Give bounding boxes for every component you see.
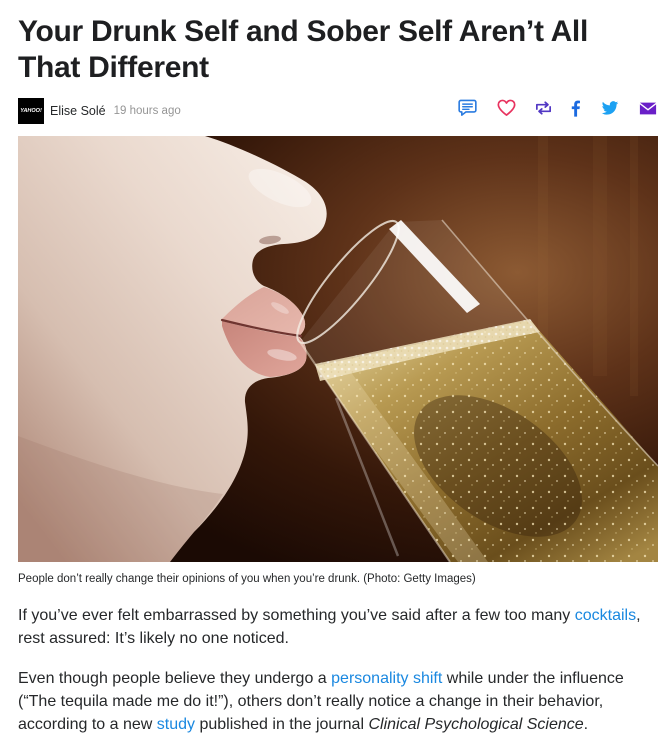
like-button[interactable] <box>496 98 516 118</box>
background-streak <box>593 136 607 376</box>
article-paragraph-2: Even though people believe they undergo … <box>18 667 654 736</box>
personality-shift-link[interactable]: personality shift <box>331 670 442 687</box>
comment-button[interactable] <box>457 98 477 118</box>
article-title: Your Drunk Self and Sober Self Aren’t Al… <box>18 15 589 84</box>
study-link[interactable]: study <box>157 716 195 733</box>
paragraph-text: . <box>583 716 589 733</box>
email-share-button[interactable] <box>638 98 658 118</box>
heart-icon <box>497 99 515 116</box>
publish-time: 19 hours ago <box>113 105 181 117</box>
journal-name: Clinical Psychological Science <box>368 716 584 733</box>
facebook-f-glyph <box>571 100 580 117</box>
mail-icon <box>639 102 657 114</box>
image-caption: People don’t really change their opinion… <box>18 573 476 585</box>
cocktails-link[interactable]: cocktails <box>575 607 636 624</box>
paragraph-text: published in the journal <box>195 716 369 733</box>
twitter-icon <box>601 101 619 115</box>
publisher-logo: YAHOO! <box>18 98 44 124</box>
retweet-arrow-bottom <box>537 106 551 115</box>
author-name: Elise Solé <box>50 104 106 118</box>
twitter-bird <box>601 101 619 115</box>
hero-image <box>18 136 658 562</box>
comment-icon <box>457 99 477 116</box>
article-paragraph-1: If you’ve ever felt embarrassed by somet… <box>18 604 654 650</box>
retweet-icon <box>535 101 551 115</box>
twitter-share-button[interactable] <box>600 98 620 118</box>
byline: YAHOO! Elise Solé 19 hours ago <box>18 98 181 124</box>
heart-outline <box>497 99 515 116</box>
background-streak <box>630 136 638 396</box>
background-streak <box>538 136 548 346</box>
retweet-arrow-top <box>535 101 549 110</box>
facebook-icon <box>571 100 580 117</box>
comment-lines <box>461 103 473 111</box>
reblog-button[interactable] <box>533 98 553 118</box>
paragraph-text: If you’ve ever felt embarrassed by somet… <box>18 607 575 624</box>
comment-bubble-outline <box>457 99 477 116</box>
paragraph-text: Even though people believe they undergo … <box>18 670 332 687</box>
facebook-share-button[interactable] <box>566 98 586 118</box>
hero-photo <box>18 136 658 562</box>
